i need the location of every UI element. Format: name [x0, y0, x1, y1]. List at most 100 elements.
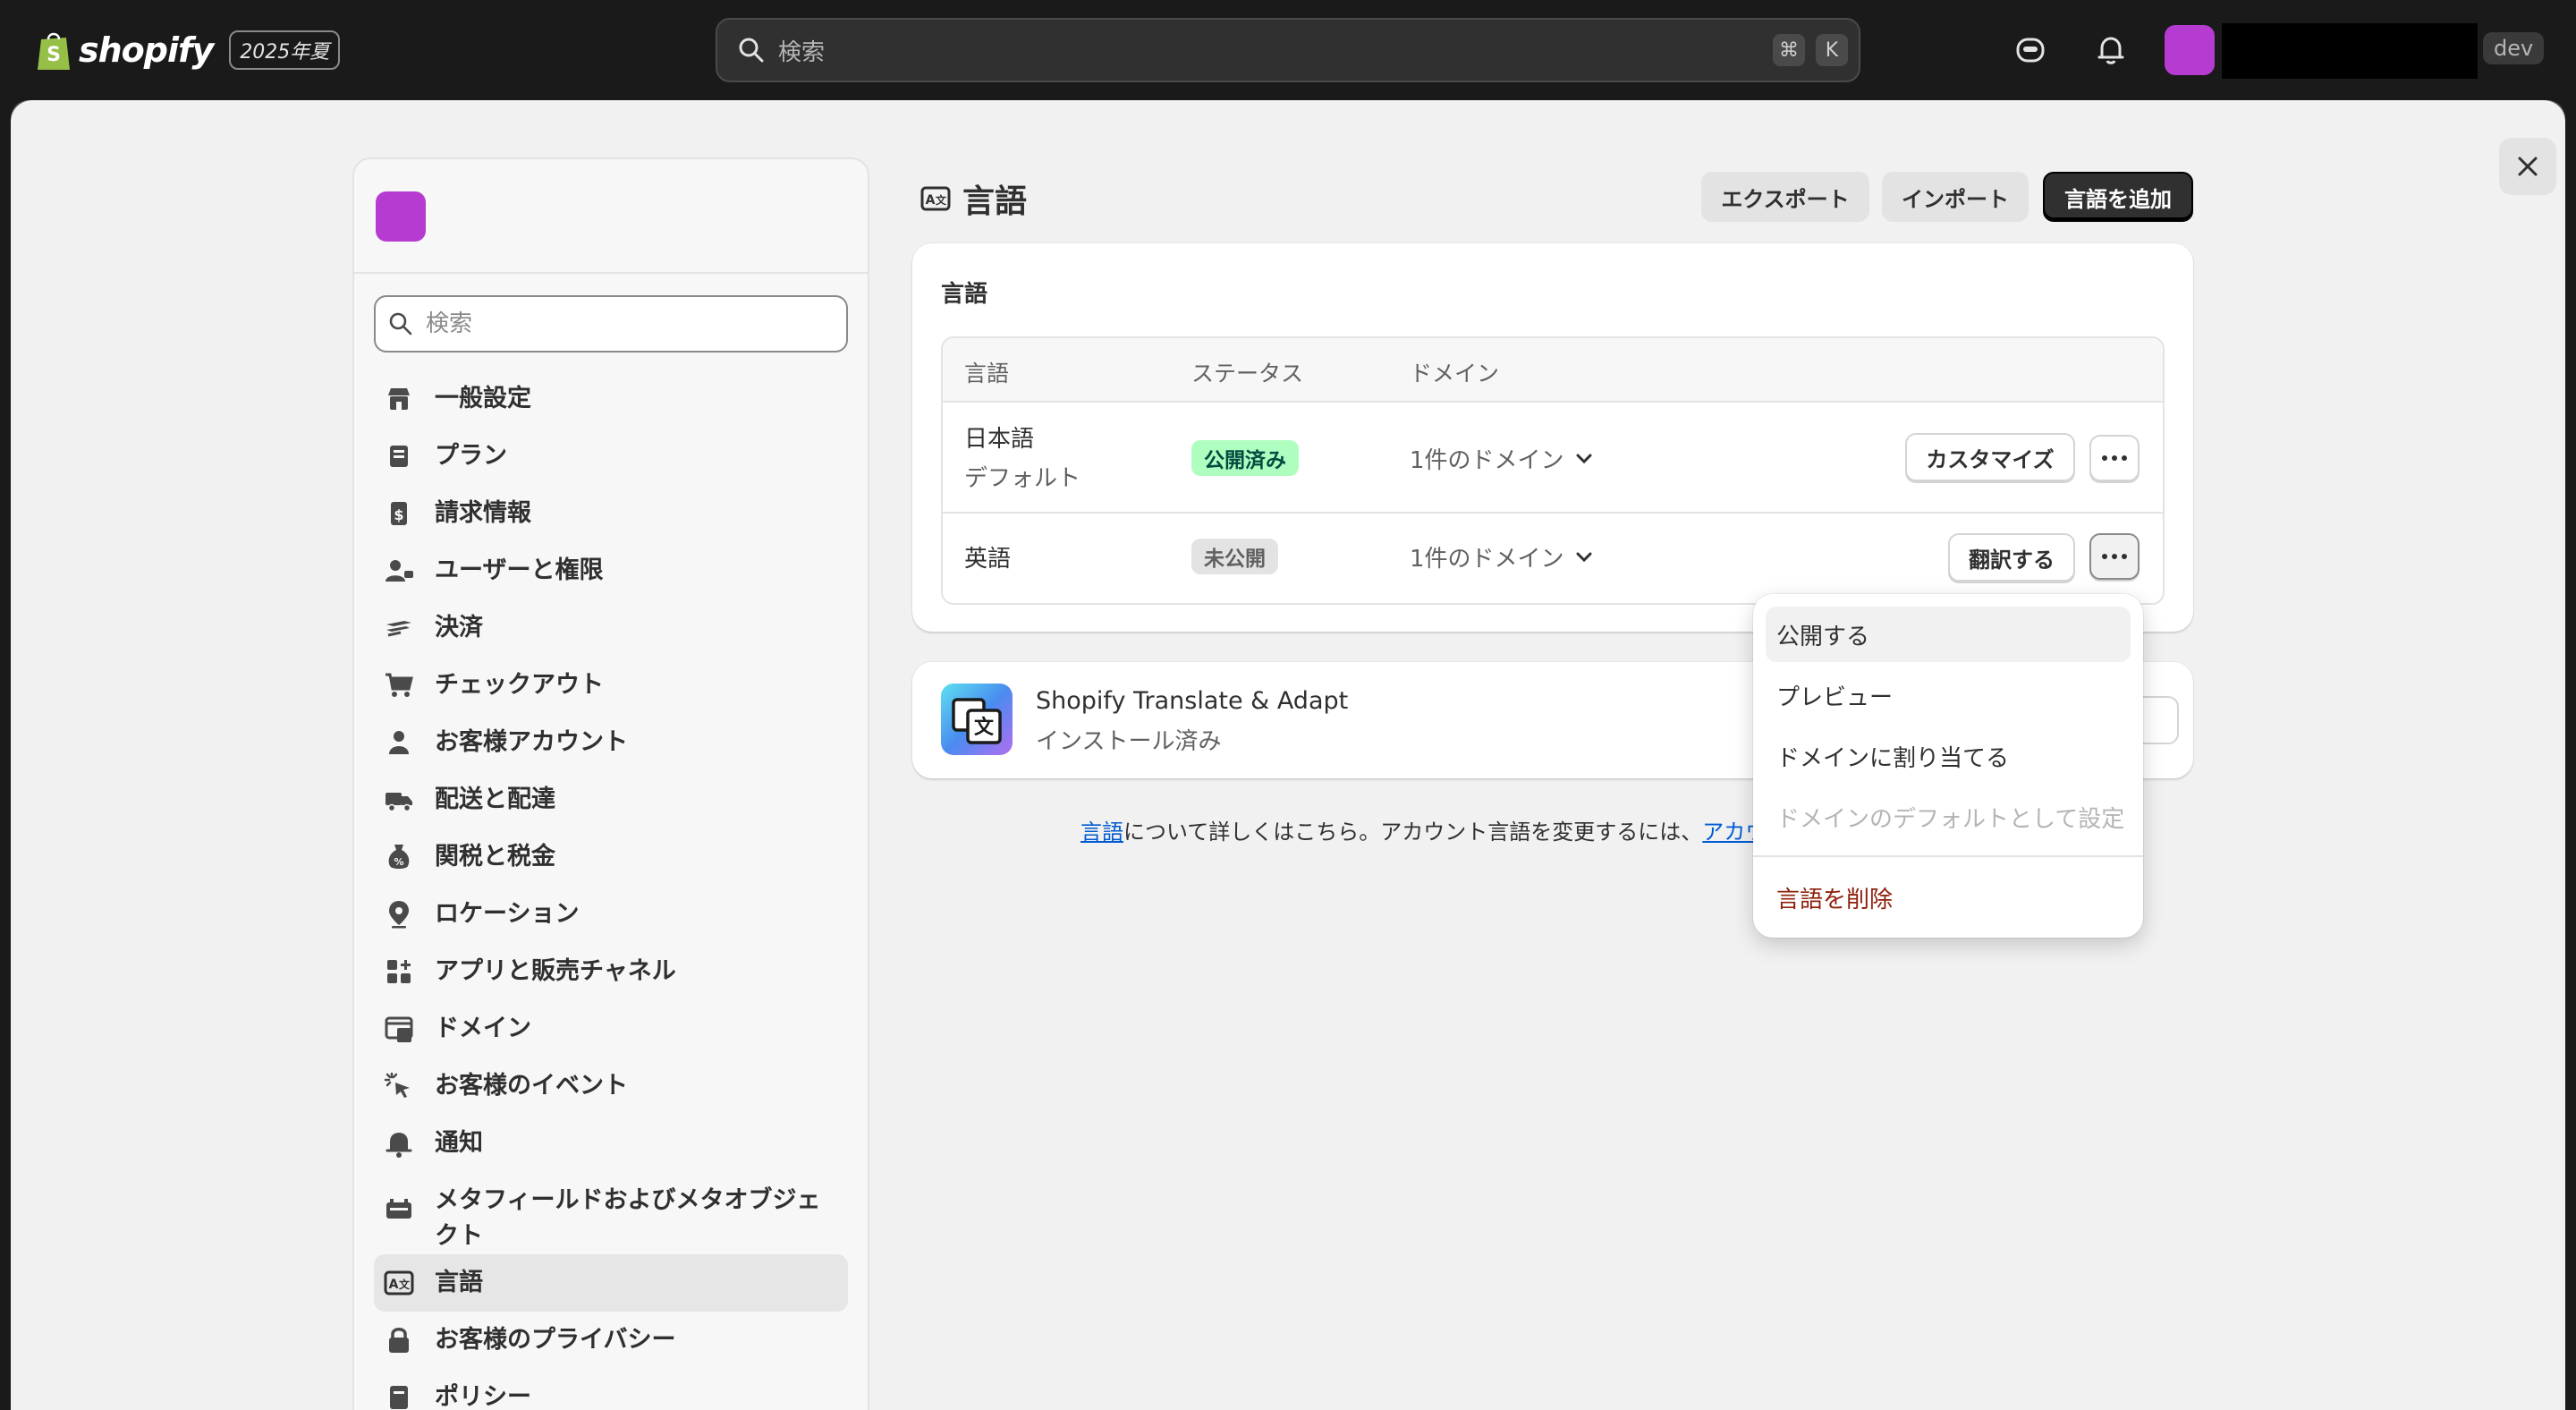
global-search[interactable]: 検索 ⌘ K: [716, 18, 1860, 82]
more-icon: [2102, 554, 2107, 559]
sidebar-item-customer-events[interactable]: お客様のイベント: [374, 1058, 848, 1115]
sidebar-header: [354, 159, 868, 274]
language-name: 英語: [964, 546, 1012, 573]
sidebar-item-label: 配送と配達: [435, 786, 555, 813]
translate-app-icon: 文: [941, 684, 1013, 755]
export-button[interactable]: エクスポート: [1701, 172, 1869, 222]
store-avatar[interactable]: [2165, 25, 2215, 75]
metafields-icon: [386, 1199, 411, 1219]
sidebar-item-taxes[interactable]: % 関税と税金: [374, 828, 848, 886]
sidebar-item-plan[interactable]: プラン: [374, 428, 848, 485]
top-bar: S shopify 2025年夏 検索 ⌘ K dev: [0, 0, 2576, 100]
menu-item-publish[interactable]: 公開する: [1766, 607, 2131, 662]
events-icon: [384, 1072, 410, 1098]
edition-badge[interactable]: 2025年夏: [229, 30, 341, 70]
payments-icon: [386, 621, 411, 637]
person-icon: [389, 731, 409, 754]
tax-icon: %: [388, 845, 410, 869]
svg-text:S: S: [47, 44, 61, 66]
user-tag[interactable]: dev: [2483, 32, 2545, 64]
footer-help-text: 言語について詳しくはこちら。アカウント言語を変更するには、アカウ: [1080, 814, 1767, 845]
column-header-language: 言語: [964, 361, 1010, 386]
close-button[interactable]: [2499, 138, 2556, 195]
more-actions-button[interactable]: [2089, 435, 2140, 481]
sidebar-item-label: 一般設定: [435, 385, 531, 412]
column-header-domain: ドメイン: [1410, 361, 1500, 386]
plan-icon: [390, 446, 408, 467]
sidebar-item-general[interactable]: 一般設定: [374, 370, 848, 428]
menu-item-delete-language[interactable]: 言語を削除: [1766, 870, 2131, 925]
language-name: 日本語: [964, 426, 1035, 453]
sidebar-item-metafields[interactable]: メタフィールドおよびメタオブジェクト: [374, 1172, 848, 1254]
chevron-down-icon: [1576, 552, 1592, 562]
close-icon: [2518, 157, 2538, 176]
sidebar-item-label: お客様アカウント: [435, 728, 628, 756]
sidebar-item-label: 通知: [435, 1129, 483, 1157]
svg-text:A: A: [926, 193, 936, 208]
menu-item-preview[interactable]: プレビュー: [1766, 667, 2131, 723]
settings-search[interactable]: [374, 295, 848, 352]
app-status: インストール済み: [1036, 728, 1222, 755]
search-icon: [739, 38, 764, 63]
settings-search-input[interactable]: [426, 310, 837, 337]
sidebar-item-notifications[interactable]: 通知: [374, 1115, 848, 1172]
domain-count: 1件のドメイン: [1410, 546, 1564, 573]
menu-divider: [1753, 855, 2143, 857]
sidebar-item-label: ロケーション: [435, 900, 580, 928]
shortcut-cmd: ⌘: [1773, 34, 1805, 66]
add-language-button[interactable]: 言語を追加: [2043, 172, 2193, 222]
policy-icon: [390, 1386, 408, 1409]
page-title-text: 言語: [962, 183, 1028, 220]
domain-dropdown[interactable]: 1件のドメイン: [1410, 540, 1593, 573]
sidebar-item-policies[interactable]: ポリシー: [374, 1369, 848, 1410]
sidebar-item-label: チェックアウト: [435, 671, 604, 699]
translate-icon: 文: [952, 698, 1002, 744]
sidebar-item-locations[interactable]: ロケーション: [374, 886, 848, 943]
svg-text:%: %: [394, 856, 403, 868]
settings-nav: 一般設定 プラン $ 請求情報 ユーザーと権限 決済 チェックアウト お客様アカ…: [374, 370, 848, 1410]
sidebar-item-label: 請求情報: [435, 499, 531, 527]
sidebar-item-label: ポリシー: [435, 1383, 531, 1410]
sidebar-item-users[interactable]: ユーザーと権限: [374, 542, 848, 599]
sidebar-item-label: 言語: [435, 1269, 483, 1296]
page-title: A文 言語: [919, 175, 1027, 222]
settings-sidebar: 一般設定 プラン $ 請求情報 ユーザーと権限 決済 チェックアウト お客様アカ…: [352, 157, 869, 1410]
languages-help-link[interactable]: 言語: [1080, 820, 1123, 845]
domain-dropdown[interactable]: 1件のドメイン: [1410, 442, 1593, 475]
status-badge: 公開済み: [1191, 440, 1299, 476]
sidebar-item-billing[interactable]: $ 請求情報: [374, 485, 848, 542]
customize-button[interactable]: カスタマイズ: [1905, 433, 2075, 481]
sidebar-item-label: 関税と税金: [435, 843, 555, 871]
svg-text:文: 文: [974, 716, 995, 739]
sidebar-item-label: メタフィールドおよびメタオブジェクト: [435, 1186, 821, 1250]
languages-card: 言語 言語 ステータス ドメイン 日本語 デフォルト 公開済み 1件のドメイン …: [912, 243, 2193, 632]
notification-icon: [386, 1133, 412, 1158]
translate-button[interactable]: 翻訳する: [1948, 533, 2075, 582]
sidebar-item-apps[interactable]: アプリと販売チャネル: [374, 943, 848, 1000]
redacted-store-name[interactable]: [2222, 23, 2478, 79]
sidebar-item-customer-accounts[interactable]: お客様アカウント: [374, 714, 848, 771]
sidebar-item-languages[interactable]: A文 言語: [374, 1254, 848, 1312]
billing-icon: $: [391, 502, 407, 525]
more-actions-button[interactable]: [2089, 533, 2140, 580]
sidekick-icon[interactable]: [2012, 32, 2048, 68]
sidebar-item-shipping[interactable]: 配送と配達: [374, 771, 848, 828]
languages-table: 言語 ステータス ドメイン 日本語 デフォルト 公開済み 1件のドメイン カスタ…: [941, 336, 2165, 605]
sidebar-item-domains[interactable]: ドメイン: [374, 1000, 848, 1058]
sidebar-item-label: プラン: [435, 442, 507, 470]
svg-text:文: 文: [936, 193, 947, 207]
more-actions-menu: 公開する プレビュー ドメインに割り当てる ドメインのデフォルトとして設定 言語…: [1753, 594, 2143, 938]
bell-icon[interactable]: [2093, 32, 2129, 68]
cart-icon: [386, 673, 413, 697]
sidebar-item-checkout[interactable]: チェックアウト: [374, 657, 848, 714]
card-title: 言語: [941, 281, 988, 308]
sidebar-item-payments[interactable]: 決済: [374, 599, 848, 657]
sidebar-item-label: アプリと販売チャネル: [435, 957, 676, 985]
menu-item-assign-domain[interactable]: ドメインに割り当てる: [1766, 728, 2131, 784]
apps-icon: [387, 960, 411, 983]
svg-text:$: $: [394, 506, 403, 523]
import-button[interactable]: インポート: [1882, 172, 2029, 222]
sidebar-item-privacy[interactable]: お客様のプライバシー: [374, 1312, 848, 1369]
status-badge: 未公開: [1191, 539, 1278, 574]
shopify-logo[interactable]: S shopify 2025年夏: [36, 27, 341, 73]
